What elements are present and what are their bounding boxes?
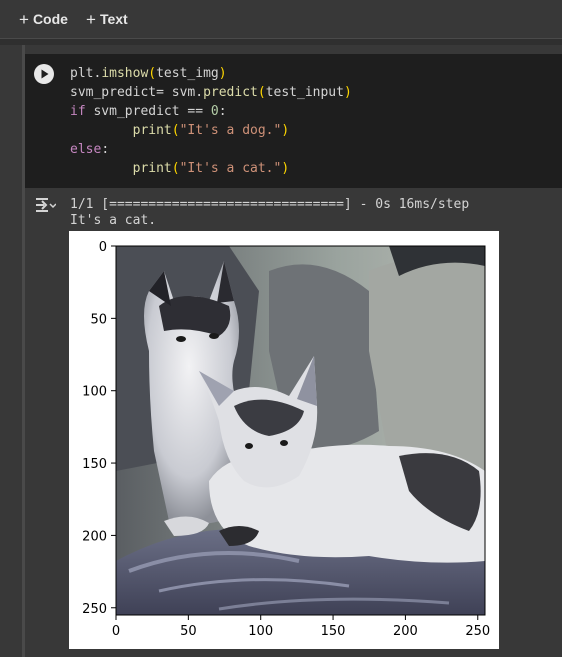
add-code-label: Code [32, 11, 68, 27]
x-tick-label: 50 [180, 624, 197, 639]
toolbar-divider [0, 39, 562, 45]
x-tick-label: 200 [393, 624, 418, 639]
result-line: It's a cat. [70, 213, 157, 228]
play-icon [41, 69, 49, 79]
imshow-figure: 0 50 100 150 200 250 0 50 100 150 200 250 [82, 240, 490, 639]
imshow-plot: 0 50 100 150 200 250 0 50 100 150 200 250 [69, 231, 499, 649]
add-code-button[interactable]: + Code [19, 9, 68, 29]
x-tick-label: 150 [321, 624, 346, 639]
plus-icon: + [19, 10, 29, 29]
plus-icon: + [86, 10, 96, 29]
y-tick-label: 0 [99, 240, 107, 255]
progress-line: 1/1 [==============================] - 0… [70, 197, 470, 212]
cell-output-text: 1/1 [==============================] - 0… [70, 197, 469, 229]
code-line: plt.imshow(test_img) [70, 66, 227, 81]
add-text-label: Text [99, 11, 128, 27]
code-line: svm_predict= svm.predict(test_input) [70, 85, 352, 100]
x-tick-label: 0 [112, 624, 120, 639]
y-tick-label: 250 [82, 602, 107, 617]
cat-photo [116, 246, 485, 615]
toolbar: + Code + Text [0, 0, 562, 39]
y-tick-label: 100 [82, 385, 107, 400]
x-tick-label: 250 [465, 624, 490, 639]
code-editor-content[interactable]: plt.imshow(test_img) svm_predict= svm.pr… [70, 64, 352, 178]
code-line: else: [70, 142, 110, 157]
x-tick-label: 100 [248, 624, 273, 639]
code-line: print("It's a cat.") [132, 161, 290, 176]
output-actions-icon[interactable] [34, 196, 57, 214]
y-tick-label: 200 [82, 529, 107, 544]
add-text-button[interactable]: + Text [86, 9, 128, 29]
x-axis: 0 50 100 150 200 250 [112, 615, 490, 639]
y-axis: 0 50 100 150 200 250 [82, 240, 116, 617]
y-tick-label: 150 [82, 457, 107, 472]
y-tick-label: 50 [90, 312, 107, 327]
run-cell-button[interactable] [34, 64, 54, 84]
code-line: if svm_predict == 0: [70, 104, 227, 119]
code-line: print("It's a dog.") [132, 123, 290, 138]
